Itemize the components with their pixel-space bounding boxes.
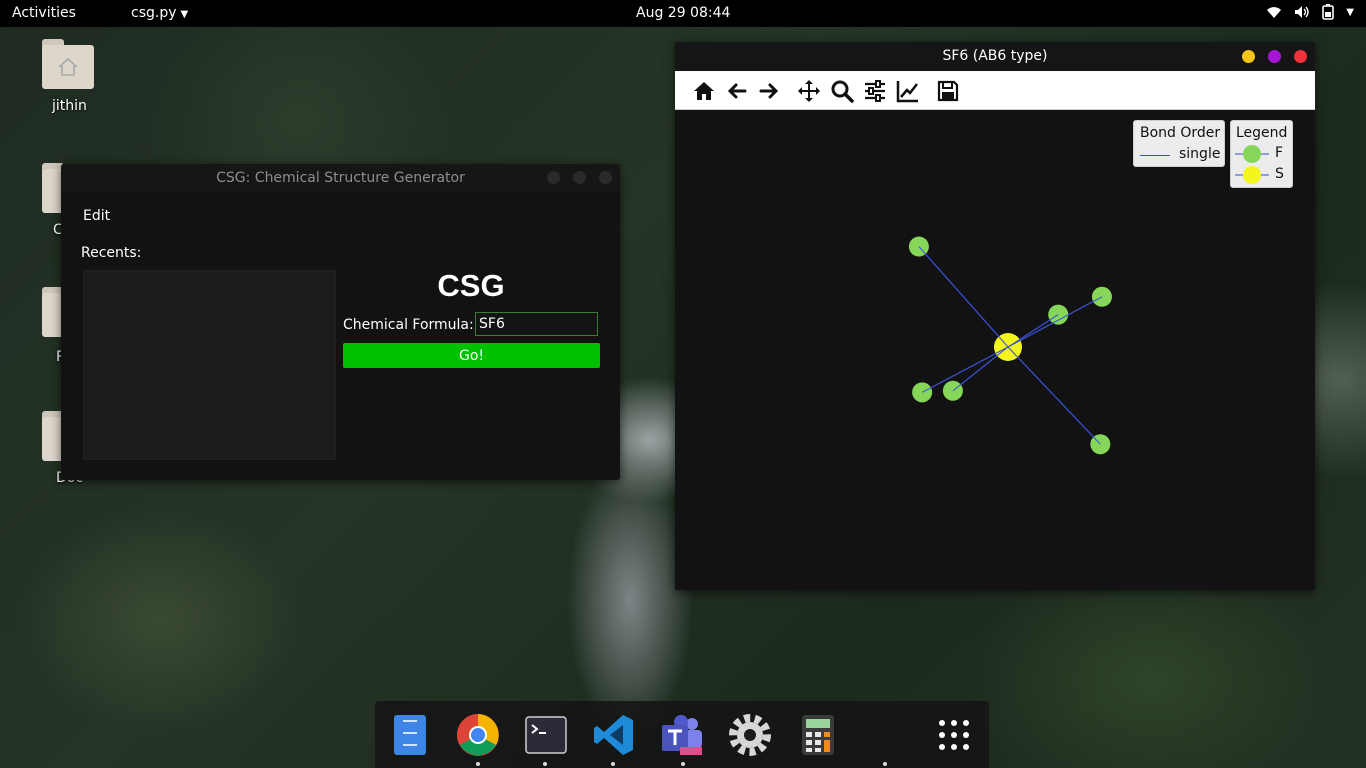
- menu-edit[interactable]: Edit: [83, 208, 110, 224]
- legend-entry: S: [1275, 166, 1284, 182]
- save-icon[interactable]: [936, 79, 960, 103]
- desktop-icon-home[interactable]: [42, 39, 96, 89]
- minimize-button[interactable]: [1242, 50, 1255, 63]
- recents-list[interactable]: [83, 270, 336, 460]
- configure-subplots-icon[interactable]: [863, 79, 887, 103]
- formula-label: Chemical Formula:: [343, 317, 474, 333]
- close-button[interactable]: [599, 171, 612, 184]
- pan-icon[interactable]: [797, 79, 821, 103]
- legend-entry: single: [1179, 146, 1221, 162]
- forward-arrow-icon[interactable]: [757, 79, 781, 103]
- window-title: CSG: Chemical Structure Generator: [216, 170, 465, 186]
- teams-icon[interactable]: [660, 713, 704, 757]
- files-icon[interactable]: [388, 713, 432, 757]
- vscode-icon[interactable]: [592, 713, 636, 757]
- csg-window: CSG: Chemical Structure Generator Edit R…: [61, 164, 620, 480]
- clock[interactable]: Aug 29 08:44: [636, 5, 730, 21]
- home-folder-icon: [42, 39, 94, 89]
- desktop-icon-label: jithin: [52, 98, 87, 114]
- chrome-icon[interactable]: [456, 713, 500, 757]
- plot-canvas[interactable]: Bond Order single Legend F S: [675, 110, 1315, 590]
- running-indicator: [681, 762, 685, 766]
- bond-line-overlay: [918, 246, 1009, 348]
- formula-input[interactable]: [475, 312, 598, 336]
- legend-entry: F: [1275, 145, 1284, 161]
- plot-toolbar: [675, 71, 1315, 110]
- settings-icon[interactable]: [728, 713, 772, 757]
- blank-app-icon[interactable]: [864, 713, 908, 757]
- running-indicator: [543, 762, 547, 766]
- back-arrow-icon[interactable]: [725, 79, 749, 103]
- bond-line-overlay: [1007, 346, 1101, 445]
- running-indicator: [476, 762, 480, 766]
- maximize-button[interactable]: [1268, 50, 1281, 63]
- close-button[interactable]: [1294, 50, 1307, 63]
- recents-label: Recents:: [81, 245, 142, 261]
- caret-down-icon: ▼: [1346, 6, 1354, 18]
- legend-title: Bond Order: [1140, 125, 1221, 141]
- minimize-button[interactable]: [547, 171, 560, 184]
- bond-order-legend[interactable]: Bond Order single: [1133, 120, 1225, 167]
- wifi-icon: [1267, 7, 1282, 18]
- bond-line-overlay: [921, 346, 1009, 393]
- go-button[interactable]: Go!: [343, 343, 600, 368]
- edit-axes-icon[interactable]: [896, 79, 920, 103]
- bond-line-overlay: [1007, 314, 1059, 348]
- activities-button[interactable]: Activities: [12, 5, 76, 21]
- legend-title: Legend: [1236, 125, 1288, 141]
- volume-icon: [1295, 6, 1309, 18]
- zoom-icon[interactable]: [830, 79, 854, 103]
- maximize-button[interactable]: [573, 171, 586, 184]
- atom-legend[interactable]: Legend F S: [1230, 120, 1293, 188]
- atom-legend-markers: [1235, 145, 1269, 184]
- molecule-plot[interactable]: [675, 110, 1315, 590]
- caret-down-icon: ▼: [180, 9, 189, 20]
- running-indicator: [611, 762, 615, 766]
- running-indicator: [883, 762, 887, 766]
- battery-icon: [1322, 4, 1335, 20]
- csg-titlebar[interactable]: CSG: Chemical Structure Generator: [61, 164, 620, 191]
- plot-titlebar[interactable]: SF6 (AB6 type): [675, 42, 1315, 71]
- bond-line-swatch: [1140, 155, 1170, 156]
- app-grid-icon[interactable]: [932, 713, 976, 757]
- app-menu[interactable]: csg.py ▼: [131, 5, 188, 21]
- window-title: SF6 (AB6 type): [942, 48, 1048, 64]
- top-bar: Activities csg.py ▼ Aug 29 08:44 ▼: [0, 0, 1366, 27]
- home-icon[interactable]: [692, 79, 716, 103]
- system-tray[interactable]: ▼: [1266, 4, 1354, 20]
- plot-window: SF6 (AB6 type) Bond Order single Legend: [675, 42, 1315, 590]
- sulfur-marker: [1243, 166, 1261, 184]
- terminal-icon[interactable]: [524, 713, 568, 757]
- bond-line-overlay: [952, 346, 1009, 392]
- app-menu-label: csg.py: [131, 5, 177, 21]
- calculator-icon[interactable]: [796, 713, 840, 757]
- bond-line-overlay: [1007, 296, 1103, 348]
- dock: [375, 701, 989, 768]
- app-brand-title: CSG: [437, 268, 505, 303]
- fluorine-marker: [1243, 145, 1261, 163]
